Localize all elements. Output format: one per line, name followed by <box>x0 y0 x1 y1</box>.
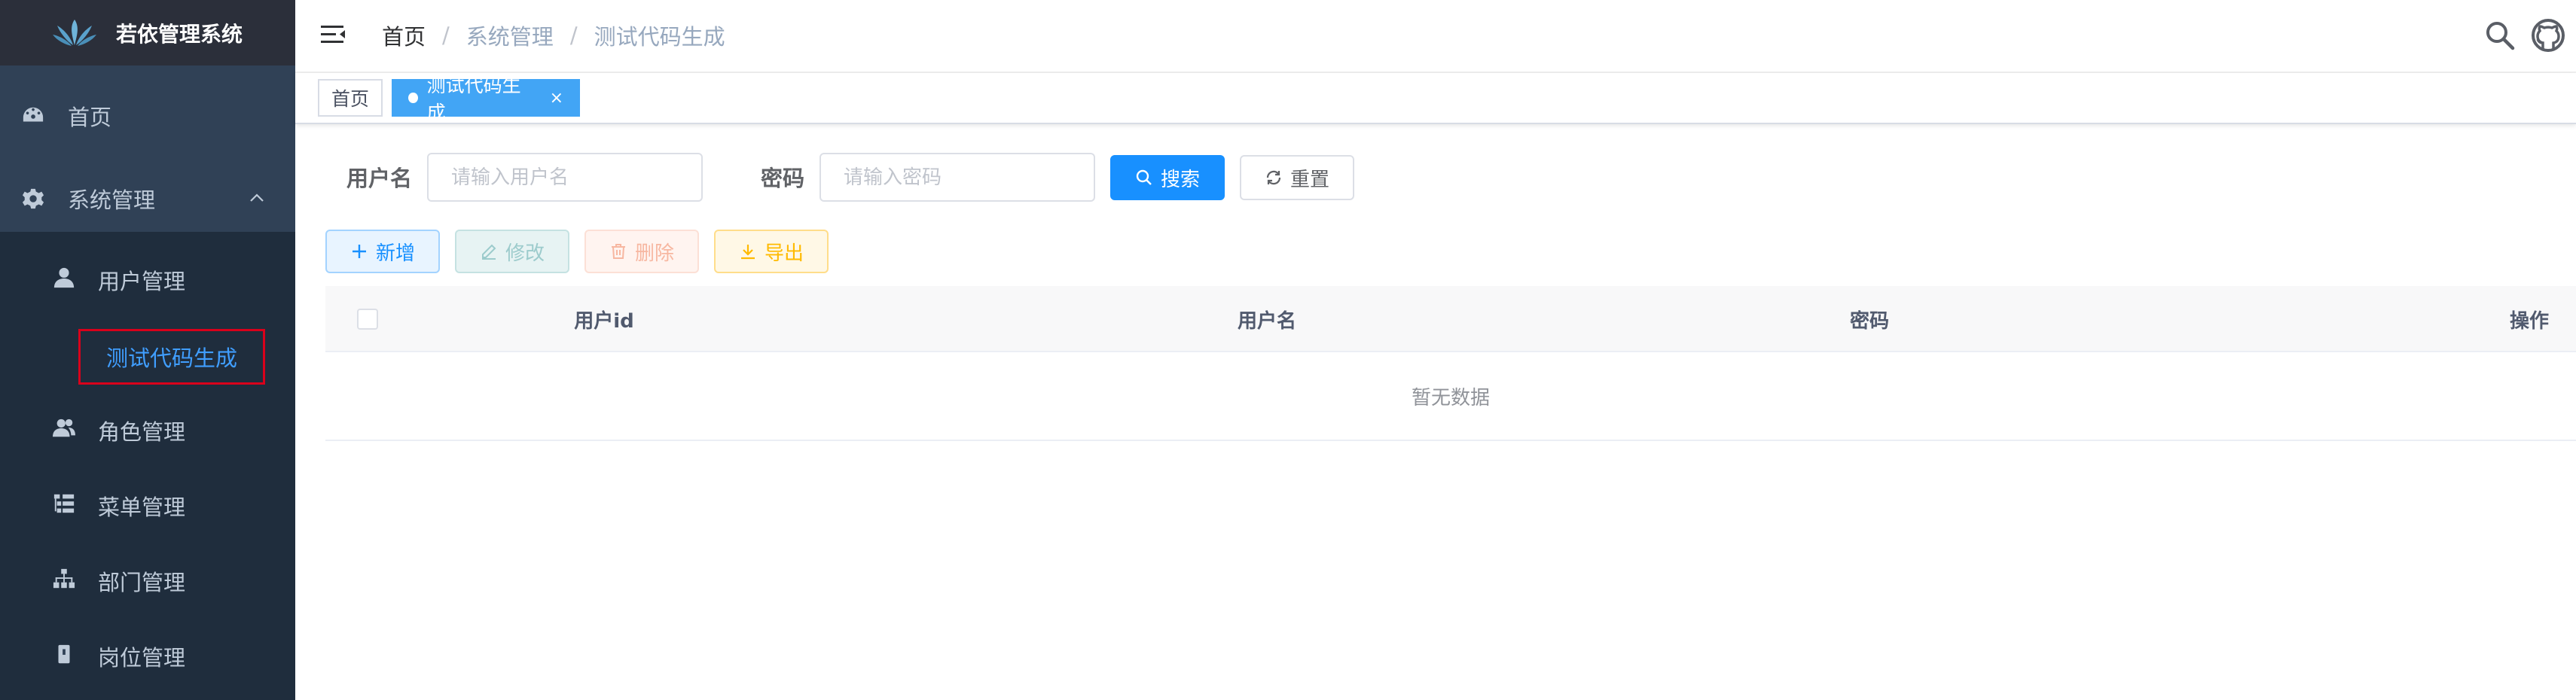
sidebar-item-menu[interactable]: 菜单管理 <box>0 468 295 543</box>
breadcrumb-current: 测试代码生成 <box>594 24 725 50</box>
sidebar-item-dept[interactable]: 部门管理 <box>0 543 295 619</box>
logo[interactable]: 若依管理系统 <box>0 0 295 65</box>
sidebar-item-role[interactable]: 角色管理 <box>0 393 295 468</box>
navbar: 首页 / 系统管理 / 测试代码生成 <box>295 0 2576 73</box>
sidebar-item-home[interactable]: 首页 <box>0 83 295 149</box>
sidebar-item-post[interactable]: 岗位管理 <box>0 619 295 694</box>
tab-home[interactable]: 首页 <box>318 79 383 117</box>
edit-button-label: 修改 <box>505 242 545 265</box>
sidebar-item-label: 角色管理 <box>98 419 186 445</box>
refresh-icon <box>1266 170 1281 185</box>
add-button-label: 新增 <box>375 242 415 265</box>
data-table: 用户id 用户名 密码 操作 暂无数据 <box>325 286 2576 441</box>
username-input[interactable] <box>427 153 703 202</box>
tab-test-codegen[interactable]: 测试代码生成 × <box>392 75 580 123</box>
breadcrumb: 首页 / 系统管理 / 测试代码生成 <box>382 20 725 51</box>
edit-icon <box>481 244 496 260</box>
empty-text: 暂无数据 <box>1411 386 1490 409</box>
hamburger-icon[interactable] <box>319 21 346 48</box>
column-header: 用户名 <box>1237 309 1296 333</box>
breadcrumb-home[interactable]: 首页 <box>382 20 426 51</box>
empty-placeholder: 暂无数据 <box>325 352 2576 441</box>
dashboard-icon <box>21 104 45 128</box>
tree-icon <box>53 568 75 595</box>
sidebar-item-label: 首页 <box>68 105 112 130</box>
post-icon <box>53 643 75 671</box>
logo-icon <box>53 19 96 46</box>
username-label: 用户名 <box>346 166 413 191</box>
breadcrumb-parent: 系统管理 <box>465 24 554 50</box>
app-title: 若依管理系统 <box>116 21 243 47</box>
export-button-label: 导出 <box>764 242 804 265</box>
sidebar: 若依管理系统 首页 系统管理 用户管理 测试代码生成 角色管理 菜单管理 部门管… <box>0 0 295 700</box>
download-icon <box>740 245 755 260</box>
delete-button[interactable]: 删除 <box>584 230 699 273</box>
export-button[interactable]: 导出 <box>714 230 829 273</box>
tree-table-icon <box>53 492 75 520</box>
breadcrumb-separator: / <box>442 23 450 48</box>
column-header: 操作 <box>2509 309 2549 333</box>
breadcrumb-separator: / <box>569 23 578 48</box>
search-icon <box>1136 169 1152 185</box>
sidebar-item-test-codegen[interactable]: 测试代码生成 <box>78 329 265 385</box>
column-header: 用户id <box>574 309 634 333</box>
search-button[interactable]: 搜索 <box>1110 155 1225 200</box>
sidebar-item-label: 部门管理 <box>98 570 186 595</box>
user-icon <box>53 266 75 294</box>
select-all-checkbox[interactable] <box>357 309 378 330</box>
sidebar-item-label: 系统管理 <box>68 187 156 213</box>
active-dot-icon <box>408 93 418 103</box>
github-icon[interactable] <box>2531 18 2565 53</box>
column-header: 密码 <box>1849 309 1889 333</box>
table-header: 用户id 用户名 密码 操作 <box>325 286 2576 352</box>
sidebar-item-user[interactable]: 用户管理 <box>0 242 295 318</box>
tags-view: 首页 测试代码生成 × <box>295 73 2576 124</box>
trash-icon <box>611 244 625 259</box>
edit-button[interactable]: 修改 <box>455 230 569 273</box>
sidebar-item-label: 测试代码生成 <box>105 345 237 371</box>
sidebar-item-label: 用户管理 <box>98 269 186 294</box>
reset-button-label: 重置 <box>1290 168 1329 191</box>
tab-label: 首页 <box>331 88 369 110</box>
password-input[interactable] <box>819 153 1095 202</box>
chevron-up-icon <box>250 193 264 202</box>
peoples-icon <box>53 417 75 445</box>
tab-label: 测试代码生成 <box>426 75 521 123</box>
close-icon[interactable]: × <box>550 89 563 108</box>
search-icon[interactable] <box>2484 20 2516 51</box>
password-label: 密码 <box>761 166 805 191</box>
delete-button-label: 删除 <box>634 242 674 265</box>
reset-button[interactable]: 重置 <box>1240 155 1354 200</box>
gear-icon <box>21 187 45 211</box>
sidebar-item-label: 菜单管理 <box>98 495 186 520</box>
plus-icon <box>352 245 366 258</box>
add-button[interactable]: 新增 <box>325 230 440 273</box>
sidebar-item-system[interactable]: 系统管理 <box>0 166 295 232</box>
sidebar-item-label: 岗位管理 <box>98 645 186 671</box>
search-button-label: 搜索 <box>1160 168 1200 191</box>
